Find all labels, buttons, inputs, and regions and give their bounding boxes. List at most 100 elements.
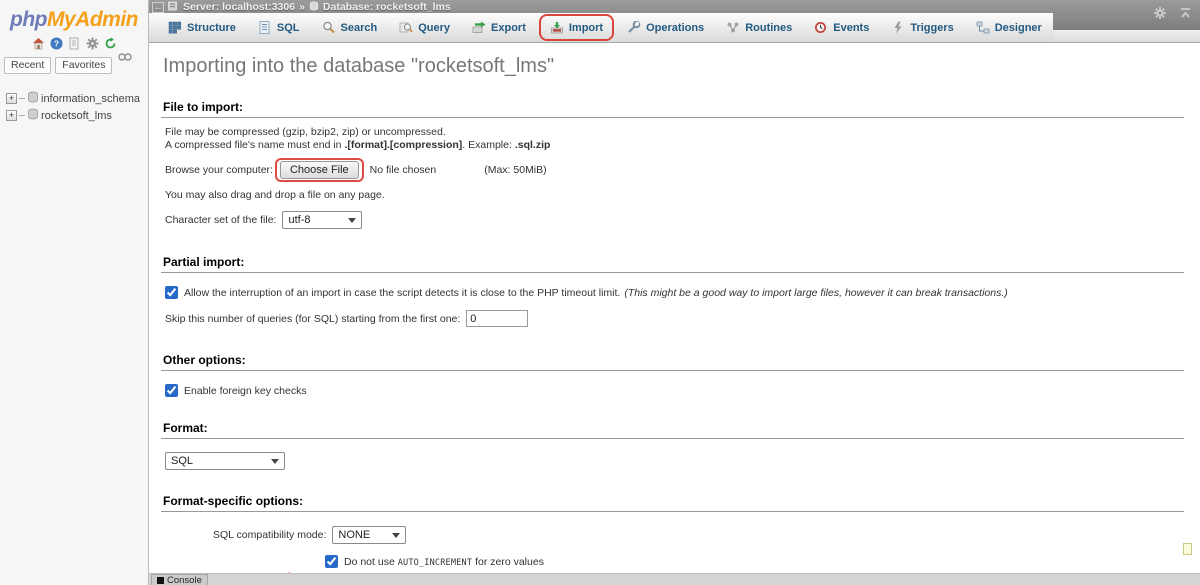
section-heading: Other options:	[161, 353, 1184, 371]
tree-connector	[19, 115, 25, 116]
database-icon	[27, 91, 39, 106]
events-icon	[814, 21, 828, 34]
sql-compat-select[interactable]: NONE	[332, 526, 406, 544]
allow-interrupt-checkbox[interactable]	[165, 286, 178, 299]
triggers-icon	[891, 21, 905, 34]
compression-info: File may be compressed (gzip, bzip2, zip…	[165, 126, 446, 138]
sidebar-icon-toolbar: ?	[0, 37, 148, 50]
chevron-down-icon	[392, 533, 400, 538]
operations-icon	[627, 21, 641, 34]
filename-rule-mid: . Example:	[462, 139, 515, 151]
tab-label: Operations	[646, 22, 704, 34]
section-heading: Format-specific options:	[161, 494, 1184, 512]
tab-events[interactable]: Events	[803, 13, 880, 42]
home-icon[interactable]	[32, 37, 45, 50]
favorites-button[interactable]: Favorites	[55, 57, 112, 74]
settings-icon[interactable]	[86, 37, 99, 50]
designer-icon	[976, 21, 990, 34]
no-file-chosen-text: No file chosen	[370, 164, 437, 176]
logo-php: php	[10, 8, 47, 31]
tab-export[interactable]: Export	[461, 13, 537, 42]
allow-interrupt-label: Allow the interruption of an import in c…	[184, 287, 620, 299]
autoinc-label-suffix: for zero values	[472, 556, 544, 568]
tab-routines[interactable]: Routines	[715, 13, 803, 42]
breadcrumb: ← Server: localhost:3306 » Database: roc…	[152, 1, 451, 13]
breadcrumb-server[interactable]: Server: localhost:3306	[183, 1, 295, 13]
autoinc-label-prefix: Do not use	[344, 556, 398, 568]
tab-bar: Structure SQL Search Query Export Import…	[149, 13, 1053, 43]
tab-triggers[interactable]: Triggers	[880, 13, 964, 42]
section-heading: Format:	[161, 421, 1184, 439]
collapse-icon[interactable]	[1179, 7, 1192, 22]
charset-label: Character set of the file:	[165, 214, 276, 226]
filename-example: .sql.zip	[515, 139, 551, 151]
main-panel: ← Server: localhost:3306 » Database: roc…	[149, 0, 1200, 585]
section-heading: Partial import:	[161, 255, 1184, 273]
format-section: Format: SQL	[161, 421, 1184, 470]
search-icon	[322, 21, 336, 34]
navigation-sidebar: phpMyAdmin ? Recent Favorites + informat…	[0, 0, 149, 585]
link-icon[interactable]	[118, 52, 132, 64]
browse-label: Browse your computer:	[165, 164, 273, 176]
tab-label: Designer	[995, 22, 1042, 34]
tab-operations[interactable]: Operations	[616, 13, 715, 42]
tab-structure[interactable]: Structure	[157, 13, 247, 42]
export-icon	[472, 21, 486, 34]
section-heading: File to import:	[161, 100, 1184, 118]
tab-search[interactable]: Search	[311, 13, 389, 42]
sql-compat-label: SQL compatibility mode:	[213, 529, 326, 541]
hide-navigation-button[interactable]: ←	[152, 2, 164, 13]
breadcrumb-database[interactable]: Database: rocketsoft_lms	[323, 1, 451, 13]
interrupt-note: (This might be a good way to import larg…	[624, 287, 1007, 299]
file-to-import-section: File to import: File may be compressed (…	[161, 100, 1184, 229]
database-icon	[27, 108, 39, 123]
choose-file-button[interactable]: Choose File	[280, 161, 359, 179]
tab-sql[interactable]: SQL	[247, 13, 311, 42]
tab-label: Export	[491, 22, 526, 34]
page-title: Importing into the database "rocketsoft_…	[163, 55, 1200, 78]
charset-select[interactable]: utf-8	[282, 211, 362, 229]
refresh-icon[interactable]	[104, 37, 117, 50]
tab-label: Import	[569, 22, 603, 34]
tab-label: Query	[418, 22, 450, 34]
tab-label: Events	[833, 22, 869, 34]
tab-query[interactable]: Query	[388, 13, 461, 42]
help-icon[interactable]: ?	[50, 37, 63, 50]
console-toggle[interactable]: Console	[151, 574, 208, 585]
import-page: Importing into the database "rocketsoft_…	[149, 43, 1200, 573]
phpmyadmin-app: phpMyAdmin ? Recent Favorites + informat…	[0, 0, 1200, 585]
page-settings-icon[interactable]	[1183, 543, 1192, 555]
filename-rule: A compressed file's name must end in	[165, 139, 344, 151]
tab-designer[interactable]: Designer	[965, 13, 1053, 42]
tab-label: Search	[341, 22, 378, 34]
foreign-key-checkbox[interactable]	[165, 384, 178, 397]
other-options-section: Other options: Enable foreign key checks	[161, 353, 1184, 397]
filename-pattern: .[format].[compression]	[344, 139, 462, 151]
expand-icon[interactable]: +	[6, 110, 17, 121]
tree-item-rocketsoft-lms[interactable]: + rocketsoft_lms	[0, 107, 148, 124]
tree-item-information-schema[interactable]: + information_schema	[0, 90, 148, 107]
phpmyadmin-logo[interactable]: phpMyAdmin	[0, 8, 148, 32]
console-label: Console	[167, 575, 202, 585]
recent-button[interactable]: Recent	[4, 57, 51, 74]
choose-file-highlight: Choose File	[275, 158, 364, 182]
no-autoincrement-checkbox[interactable]	[325, 555, 338, 568]
database-tree: + information_schema + rocketsoft_lms	[0, 90, 148, 124]
menubar-right-icons	[1153, 6, 1192, 23]
dragdrop-hint: You may also drag and drop a file on any…	[165, 189, 385, 201]
expand-icon[interactable]: +	[6, 93, 17, 104]
skip-queries-label: Skip this number of queries (for SQL) st…	[165, 313, 460, 325]
tab-label: Routines	[745, 22, 792, 34]
page-settings-gear-icon[interactable]	[1153, 6, 1167, 23]
breadcrumb-separator: »	[299, 1, 305, 13]
skip-queries-input[interactable]	[466, 310, 528, 327]
docs-icon[interactable]	[68, 37, 81, 50]
tree-connector	[19, 98, 25, 99]
tree-item-label[interactable]: rocketsoft_lms	[41, 110, 112, 122]
foreign-key-label: Enable foreign key checks	[184, 385, 307, 397]
tab-import[interactable]: Import	[539, 14, 614, 41]
chevron-down-icon	[348, 218, 356, 223]
charset-value: utf-8	[288, 214, 310, 226]
format-select[interactable]: SQL	[165, 452, 285, 470]
tree-item-label[interactable]: information_schema	[41, 93, 140, 105]
